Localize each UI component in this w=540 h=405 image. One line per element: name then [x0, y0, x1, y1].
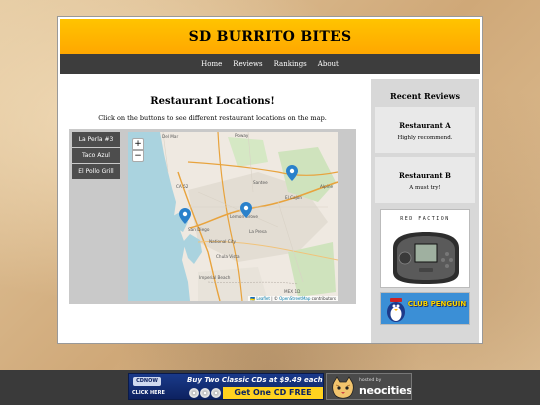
map-label-del-mar: Del Mar — [162, 134, 179, 139]
cd-icon — [211, 388, 221, 398]
map-label-ca52: CA 52 — [176, 184, 189, 189]
map-marker-pin[interactable] — [286, 165, 298, 181]
location-button-taco-azul[interactable]: Taco Azul — [72, 148, 120, 163]
review-restaurant-name: Restaurant B — [399, 171, 451, 180]
neocities-badge[interactable]: hosted by neocities — [326, 373, 412, 400]
map-marker-pin[interactable] — [240, 202, 252, 218]
banner-click-here: CLICK HERE — [132, 390, 165, 396]
review-text: A must try! — [409, 185, 441, 191]
site-footer: CDNOW CLICK HERE Buy Two Classic CDs at … — [0, 370, 540, 405]
map-label-el-cajon: El Cajon — [285, 195, 303, 200]
map-zoom-out-button[interactable]: − — [132, 150, 144, 162]
review-card: Restaurant A Highly recommend. — [375, 107, 475, 153]
site-container: SD BURRITO BITES Home Reviews Rankings A… — [57, 16, 483, 344]
cdnow-logo: CDNOW — [133, 377, 161, 386]
openstreetmap-link[interactable]: OpenStreetMap — [279, 296, 310, 301]
locations-subtitle: Click on the buttons to see different re… — [98, 114, 327, 122]
nav-home[interactable]: Home — [201, 60, 222, 68]
map-panel: La Perla #3 Taco Azul El Pollo Grill Del… — [69, 129, 356, 304]
neocities-cat-icon — [332, 376, 354, 399]
map-marker-pin[interactable] — [179, 208, 191, 224]
map-label-chula-vista: Chula Vista — [216, 254, 240, 259]
map-zoom-in-button[interactable]: + — [132, 138, 144, 150]
location-buttons: La Perla #3 Taco Azul El Pollo Grill — [72, 132, 120, 180]
penguin-icon — [387, 298, 405, 322]
map-label-san-diego: San Diego — [188, 227, 210, 232]
sidebar-title: Recent Reviews — [390, 91, 460, 101]
cd-icon — [189, 388, 199, 398]
locations-heading: Restaurant Locations! — [150, 96, 275, 107]
cd-icon — [200, 388, 210, 398]
banner-offer-text: Buy Two Classic CDs at $9.49 each — [187, 376, 323, 384]
map-label-la-presa: La Presa — [249, 229, 267, 234]
game-phone-icon — [393, 232, 459, 284]
attribution-separator: | © — [269, 296, 280, 301]
map-label-santee: Santee — [253, 180, 268, 185]
leaflet-map[interactable]: Del Mar Poway Santee El Cajon San Diego … — [128, 132, 338, 301]
club-penguin-ad-title: CLUB PENGUIN — [407, 300, 467, 308]
banner-cta: Get One CD FREE — [223, 387, 323, 399]
location-button-la-perla[interactable]: La Perla #3 — [72, 132, 120, 147]
map-label-national-city: National City — [209, 239, 236, 244]
nav-reviews[interactable]: Reviews — [233, 60, 262, 68]
site-title: SD BURRITO BITES — [188, 28, 352, 45]
club-penguin-ad[interactable]: CLUB PENGUIN — [380, 292, 470, 325]
cd-banner-ad[interactable]: CDNOW CLICK HERE Buy Two Classic CDs at … — [128, 373, 324, 400]
neocities-wordmark: neocities — [359, 384, 412, 397]
review-text: Highly recommend. — [397, 135, 453, 141]
attribution-contributors: contributors — [310, 296, 336, 301]
sidebar: Recent Reviews Restaurant A Highly recom… — [371, 79, 479, 343]
review-restaurant-name: Restaurant A — [399, 121, 451, 130]
map-label-imperial-beach: Imperial Beach — [199, 275, 231, 280]
nav-rankings[interactable]: Rankings — [274, 60, 307, 68]
main-content: Restaurant Locations! Click on the butto… — [60, 79, 365, 343]
location-button-el-pollo-grill[interactable]: El Pollo Grill — [72, 164, 120, 179]
leaflet-link[interactable]: 🇺🇦 Leaflet — [250, 296, 270, 301]
map-label-poway: Poway — [235, 133, 249, 138]
map-attribution: 🇺🇦 Leaflet | © OpenStreetMap contributor… — [248, 296, 338, 301]
red-faction-ad[interactable]: RED FACTION — [380, 209, 470, 288]
map-label-alpine: Alpine — [320, 184, 334, 189]
neocities-hosted-by: hosted by — [359, 378, 382, 383]
nav-about[interactable]: About — [318, 60, 339, 68]
nav-bar: Home Reviews Rankings About — [60, 54, 480, 74]
review-card: Restaurant B A must try! — [375, 157, 475, 203]
site-header: SD BURRITO BITES — [60, 19, 480, 54]
red-faction-ad-title: RED FACTION — [400, 216, 450, 222]
map-label-mex1d: MEX 1D — [284, 289, 301, 294]
